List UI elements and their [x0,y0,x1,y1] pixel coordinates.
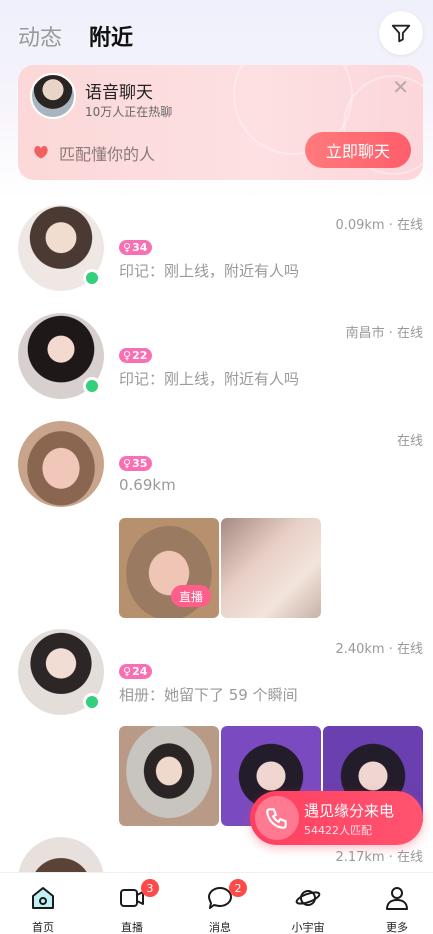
age-badge: ♀ 35 [119,456,153,471]
online-indicator [83,269,101,287]
planet-icon [295,890,321,906]
age-badge: ♀ 24 [119,664,153,679]
age-badge: ♀ 34 [119,240,153,255]
distance-status: 2.17km · 在线 [335,850,423,865]
user-item[interactable]: 南昌市 · 在线 ♀ 22 印记：刚上线，附近有人吗 [0,313,433,413]
close-icon[interactable]: ✕ [392,75,409,99]
nav-badge: 3 [141,879,159,897]
nav-label: 消息 [209,921,231,934]
phone-icon [255,796,299,840]
female-icon: ♀ [123,457,132,470]
fate-call-subtitle: 54422人匹配 [304,824,372,837]
profile-icon [386,887,408,910]
nav-home[interactable]: 首页 [0,873,86,934]
nav-label: 首页 [32,921,54,934]
photo[interactable] [119,726,219,826]
nav-label: 更多 [386,921,408,934]
online-indicator [83,693,101,711]
age-value: 35 [132,457,148,470]
bio-text: 印记：刚上线，附近有人吗 [119,370,300,388]
age-value: 24 [132,665,148,678]
bio-text: 相册：她留下了 59 个瞬间 [119,686,298,704]
bio-text: 印记：刚上线，附近有人吗 [119,262,300,280]
voice-chat-card[interactable]: 语音聊天 10万人正在热聊 ✕ 匹配懂你的人 立即聊天 [18,65,423,180]
match-icon [34,146,48,159]
fate-call-title: 遇见缘分来电 [304,802,395,820]
photo[interactable] [221,518,321,618]
female-icon: ♀ [123,349,132,362]
online-indicator [83,377,101,395]
age-value: 22 [132,349,148,362]
age-value: 34 [132,241,148,254]
female-icon: ♀ [123,241,132,254]
nav-label: 小宇宙 [291,921,325,934]
voice-chat-subtitle: 10万人正在热聊 [85,105,173,119]
fate-call-button[interactable]: 遇见缘分来电 54422人匹配 [250,791,423,845]
avatar[interactable] [18,837,104,872]
filter-icon [391,24,411,43]
bio-text: 0.69km [119,476,176,494]
user-item[interactable]: 在线 ♀ 35 0.69km 直播 [0,421,433,621]
avatar[interactable] [18,421,104,507]
voice-avatar [30,73,76,119]
filter-button[interactable] [379,11,423,55]
female-icon: ♀ [123,665,132,678]
nav-more[interactable]: 更多 [354,873,433,934]
nav-universe[interactable]: 小宇宙 [265,873,351,934]
bottom-nav: 首页 3 直播 2 消息 小宇宙 更多 [0,872,433,934]
nav-messages[interactable]: 2 消息 [177,873,263,934]
chat-now-button[interactable]: 立即聊天 [305,132,411,168]
distance-status: 在线 [396,434,423,449]
tab-dynamics[interactable]: 动态 [18,20,62,52]
nav-label: 直播 [121,921,143,934]
distance-status: 南昌市 · 在线 [345,326,423,341]
distance-status: 2.40km · 在线 [335,642,423,657]
age-badge: ♀ 22 [119,348,153,363]
tab-nearby[interactable]: 附近 [89,20,133,52]
nav-live[interactable]: 3 直播 [89,873,175,934]
home-icon [32,887,54,909]
header: 动态 附近 [0,0,433,64]
live-tag: 直播 [171,585,211,607]
photo[interactable]: 直播 [119,518,219,618]
nav-badge: 2 [229,879,247,897]
distance-status: 0.09km · 在线 [335,218,423,233]
user-item[interactable]: 0.09km · 在线 ♀ 34 印记：刚上线，附近有人吗 [0,205,433,305]
voice-chat-title: 语音聊天 [85,83,153,103]
match-text: 匹配懂你的人 [59,145,156,164]
